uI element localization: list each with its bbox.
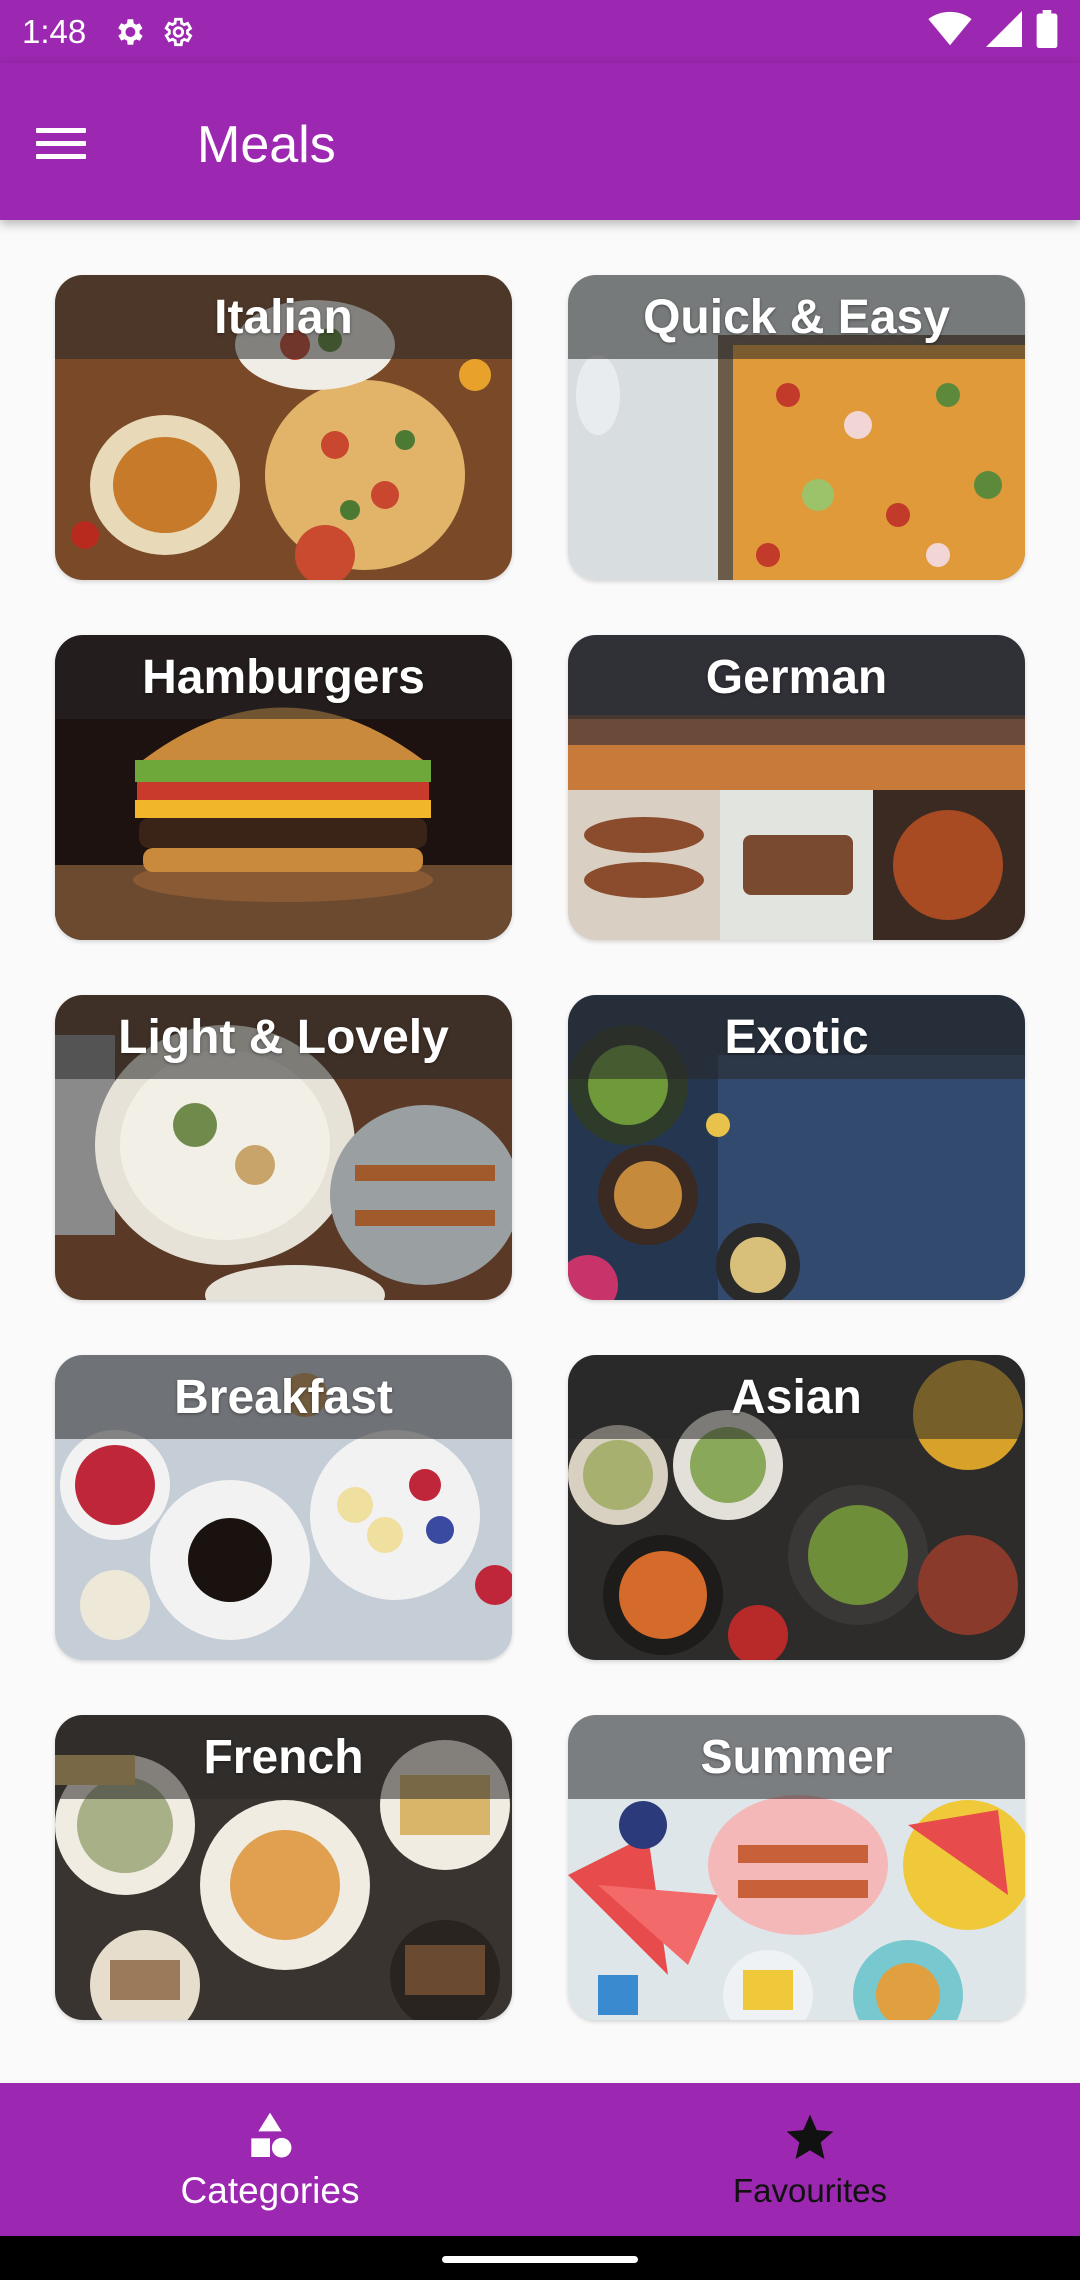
settings-gear-icon xyxy=(112,15,146,49)
category-label: Light & Lovely xyxy=(118,1010,449,1064)
gesture-navigation-bar xyxy=(0,2236,1080,2280)
nav-item-favourites[interactable]: Favourites xyxy=(540,2083,1080,2236)
home-gesture-handle[interactable] xyxy=(442,2256,638,2263)
category-label: Exotic xyxy=(724,1010,869,1064)
nav-label: Favourites xyxy=(732,2171,888,2209)
category-card-breakfast[interactable]: Breakfast xyxy=(55,1355,512,1660)
category-label-band: German xyxy=(568,635,1025,719)
settings-gear-outline-icon xyxy=(160,15,194,49)
status-bar: 1:48 xyxy=(0,0,1080,63)
cellular-signal-icon xyxy=(986,11,1022,52)
category-label-band: Light & Lovely xyxy=(55,995,512,1079)
category-card-hamburgers[interactable]: Hamburgers xyxy=(55,635,512,940)
category-label: Italian xyxy=(214,290,353,344)
category-card-german[interactable]: German xyxy=(568,635,1025,940)
star-icon xyxy=(786,2114,834,2159)
status-time: 1:48 xyxy=(22,12,87,50)
category-label-band: Quick & Easy xyxy=(568,275,1025,359)
category-label-band: Exotic xyxy=(568,995,1025,1079)
category-label-band: Hamburgers xyxy=(55,635,512,719)
wifi-icon xyxy=(928,11,972,52)
categories-shapes-icon xyxy=(251,2112,292,2157)
battery-icon xyxy=(1036,10,1058,53)
category-label: Asian xyxy=(731,1370,862,1424)
category-label-band: Breakfast xyxy=(55,1355,512,1439)
category-label-band: Summer xyxy=(568,1715,1025,1799)
category-grid: Italian Quick & Easy Hamburgers German L… xyxy=(55,275,1025,2020)
page-title: Meals xyxy=(197,116,336,174)
category-label: Hamburgers xyxy=(142,650,425,704)
bottom-navigation: Categories Favourites xyxy=(0,2083,1080,2236)
category-card-summer[interactable]: Summer xyxy=(568,1715,1025,2020)
category-label-band: Asian xyxy=(568,1355,1025,1439)
category-label: Summer xyxy=(700,1730,893,1784)
category-card-french[interactable]: French xyxy=(55,1715,512,2020)
category-card-quick-easy[interactable]: Quick & Easy xyxy=(568,275,1025,580)
category-label: Breakfast xyxy=(174,1370,393,1424)
category-label-band: French xyxy=(55,1715,512,1799)
category-card-exotic[interactable]: Exotic xyxy=(568,995,1025,1300)
category-label: German xyxy=(705,650,888,704)
nav-item-categories[interactable]: Categories xyxy=(0,2083,540,2236)
category-label: Quick & Easy xyxy=(643,290,950,344)
category-card-italian[interactable]: Italian xyxy=(55,275,512,580)
category-label: French xyxy=(203,1730,364,1784)
category-card-asian[interactable]: Asian xyxy=(568,1355,1025,1660)
category-card-light-lovely[interactable]: Light & Lovely xyxy=(55,995,512,1300)
hamburger-menu-icon[interactable] xyxy=(36,108,116,178)
app-bar: Meals xyxy=(0,63,1080,220)
category-label-band: Italian xyxy=(55,275,512,359)
status-right-icons xyxy=(928,10,1058,53)
nav-label: Categories xyxy=(180,2169,360,2211)
